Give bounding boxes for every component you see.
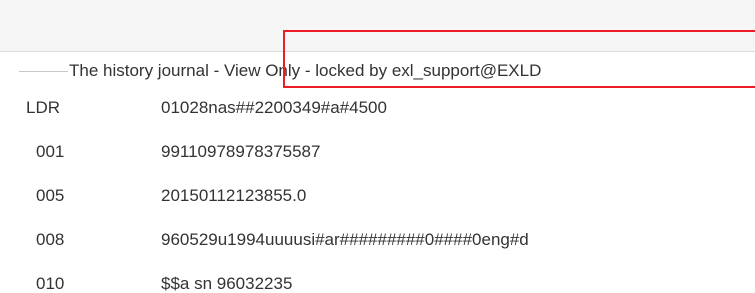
field-tag: 008 [36, 230, 65, 249]
field-value[interactable]: 960529u1994uuuusi#ar#########0####0eng#d [161, 229, 529, 251]
field-value[interactable]: $$a sn 96032235 [161, 273, 292, 293]
field-tag: 005 [36, 186, 65, 205]
marc-field-row[interactable]: 001 99110978978375587 [0, 141, 755, 171]
field-value[interactable]: 99110978978375587 [161, 141, 320, 163]
field-tag: 010 [36, 274, 65, 293]
marc-field-row[interactable]: LDR 01028nas##2200349#a#4500 [0, 97, 755, 127]
marc-field-row[interactable]: 008 960529u1994uuuusi#ar#########0####0e… [0, 229, 755, 259]
marc-field-row[interactable]: 005 20150112123855.0 [0, 185, 755, 215]
field-tag: 001 [36, 142, 65, 161]
field-value[interactable]: 20150112123855.0 [161, 185, 306, 207]
field-tag: LDR [26, 98, 61, 117]
field-value[interactable]: 01028nas##2200349#a#4500 [161, 97, 387, 119]
marc-field-row[interactable]: 010 $$a sn 96032235 [0, 273, 755, 293]
marc-record: LDR 01028nas##2200349#a#4500 001 9911097… [0, 0, 755, 293]
record-viewer: The history journal - View Only - locked… [0, 0, 755, 293]
